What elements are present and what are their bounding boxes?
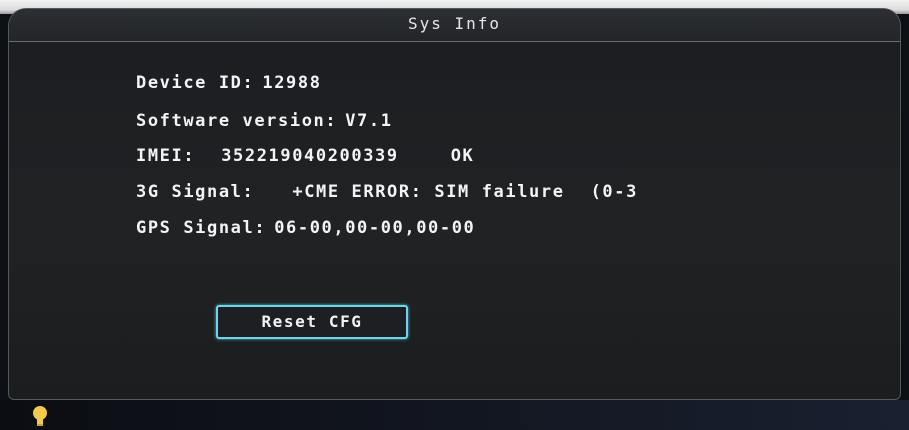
lightbulb-icon	[33, 406, 47, 426]
device-id-label: Device ID:	[136, 73, 255, 93]
sys-info-window: Sys Info	[8, 8, 901, 400]
title-bar: Sys Info	[9, 9, 900, 42]
device-id-row: Device ID: 12988	[136, 73, 322, 93]
signal-3g-extra: (0-3	[590, 182, 638, 202]
gps-signal-row: GPS Signal: 06-00,00-00,00-00	[136, 218, 475, 238]
bottom-strip	[0, 400, 909, 430]
reset-cfg-button[interactable]: Reset CFG	[216, 305, 408, 339]
imei-row: IMEI: 352219040200339 OK	[136, 146, 474, 166]
window-title: Sys Info	[407, 14, 502, 33]
gps-signal-label: GPS Signal:	[136, 218, 267, 238]
device-id-value: 12988	[262, 73, 322, 93]
signal-3g-row: 3G Signal: +CME ERROR: SIM failure (0-3	[136, 182, 638, 202]
imei-value: 352219040200339	[221, 146, 399, 166]
software-version-label: Software version:	[136, 111, 338, 131]
signal-3g-value: +CME ERROR: SIM failure	[292, 182, 565, 202]
software-version-row: Software version: V7.1	[136, 111, 393, 131]
imei-label: IMEI:	[136, 146, 196, 166]
software-version-value: V7.1	[345, 111, 393, 131]
imei-status: OK	[450, 146, 475, 166]
signal-3g-label: 3G Signal:	[136, 182, 255, 202]
gps-signal-value: 06-00,00-00,00-00	[274, 218, 476, 238]
